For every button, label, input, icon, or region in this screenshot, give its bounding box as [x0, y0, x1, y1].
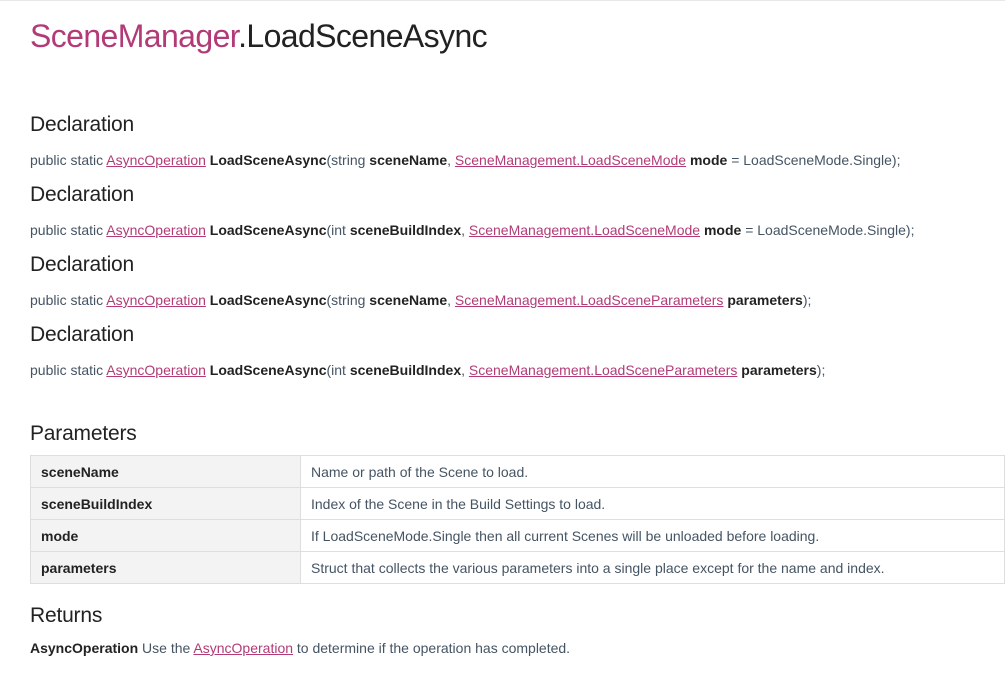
declaration-signature-3: public static AsyncOperation LoadSceneAs… [30, 292, 811, 308]
returns-text-before: Use the [142, 640, 191, 656]
sig-param2-name: parameters [727, 292, 803, 308]
sig-param2-name: mode [689, 152, 728, 168]
returns-text-after: to determine if the operation has comple… [296, 640, 571, 656]
declaration-signature-1: public static AsyncOperation LoadSceneAs… [30, 152, 901, 168]
sig-method: LoadSceneAsync [209, 362, 327, 378]
title-class-name: SceneManager [30, 18, 239, 54]
returns-type: AsyncOperation [30, 640, 139, 656]
sig-param2-name: mode [703, 222, 742, 238]
param-description: Index of the Scene in the Build Settings… [300, 487, 1005, 520]
sig-comma: , [461, 222, 465, 238]
asyncoperation-link[interactable]: AsyncOperation [106, 152, 206, 168]
asyncoperation-link[interactable]: AsyncOperation [106, 362, 206, 378]
sig-method: LoadSceneAsync [209, 292, 327, 308]
param-description: If LoadSceneMode.Single then all current… [300, 519, 1005, 552]
table-row: sceneName Name or path of the Scene to l… [30, 455, 1005, 488]
declaration-heading-1: Declaration [30, 113, 135, 136]
sig-prefix: public static [30, 362, 104, 378]
loadsceneparameters-link[interactable]: SceneManagement.LoadSceneParameters [469, 362, 738, 378]
declaration-heading-3: Declaration [30, 253, 135, 276]
sig-tail: = LoadSceneMode.Single); [745, 222, 915, 238]
param-description: Name or path of the Scene to load. [300, 455, 1005, 488]
asyncoperation-link[interactable]: AsyncOperation [106, 222, 206, 238]
sig-method: LoadSceneAsync [209, 152, 327, 168]
sig-param1-name: sceneName [369, 292, 448, 308]
sig-comma: , [447, 152, 452, 168]
sig-tail: = LoadSceneMode.Single); [731, 152, 901, 168]
sig-open: (string [326, 152, 366, 168]
table-row: mode If LoadSceneMode.Single then all cu… [30, 519, 1005, 552]
title-method-name: LoadSceneAsync [246, 18, 488, 54]
top-divider [0, 0, 1005, 1]
page-title: SceneManager.LoadSceneAsync [30, 18, 488, 55]
sig-param2-name: parameters [741, 362, 817, 378]
sig-comma: , [447, 292, 452, 308]
table-row: sceneBuildIndex Index of the Scene in th… [30, 487, 1005, 520]
param-description: Struct that collects the various paramet… [300, 551, 1005, 584]
declaration-heading-4: Declaration [30, 323, 135, 346]
declaration-signature-2: public static AsyncOperation LoadSceneAs… [30, 222, 914, 238]
param-name: mode [30, 519, 301, 552]
param-name: sceneName [30, 455, 301, 488]
sig-prefix: public static [30, 152, 104, 168]
declaration-heading-2: Declaration [30, 183, 135, 206]
sig-param1-name: sceneName [369, 152, 448, 168]
sig-open: (int [326, 222, 346, 238]
sig-method: LoadSceneAsync [209, 222, 327, 238]
returns-heading: Returns [30, 604, 103, 627]
table-row: parameters Struct that collects the vari… [30, 551, 1005, 584]
parameters-heading: Parameters [30, 422, 137, 445]
parameters-table: sceneName Name or path of the Scene to l… [30, 455, 1005, 584]
sig-tail: ); [802, 292, 812, 308]
sig-comma: , [461, 362, 465, 378]
loadsceneparameters-link[interactable]: SceneManagement.LoadSceneParameters [455, 292, 724, 308]
returns-description: AsyncOperation Use the AsyncOperation to… [30, 640, 570, 656]
sig-prefix: public static [30, 222, 104, 238]
loadscenemode-link[interactable]: SceneManagement.LoadSceneMode [455, 152, 686, 168]
param-name: parameters [30, 551, 301, 584]
sig-open: (int [326, 362, 346, 378]
loadscenemode-link[interactable]: SceneManagement.LoadSceneMode [469, 222, 700, 238]
sig-param1-name: sceneBuildIndex [349, 222, 462, 238]
sig-tail: ); [816, 362, 826, 378]
asyncoperation-link[interactable]: AsyncOperation [193, 640, 293, 656]
asyncoperation-link[interactable]: AsyncOperation [106, 292, 206, 308]
sig-param1-name: sceneBuildIndex [349, 362, 462, 378]
declaration-signature-4: public static AsyncOperation LoadSceneAs… [30, 362, 825, 378]
sig-open: (string [326, 292, 366, 308]
param-name: sceneBuildIndex [30, 487, 301, 520]
sig-prefix: public static [30, 292, 104, 308]
